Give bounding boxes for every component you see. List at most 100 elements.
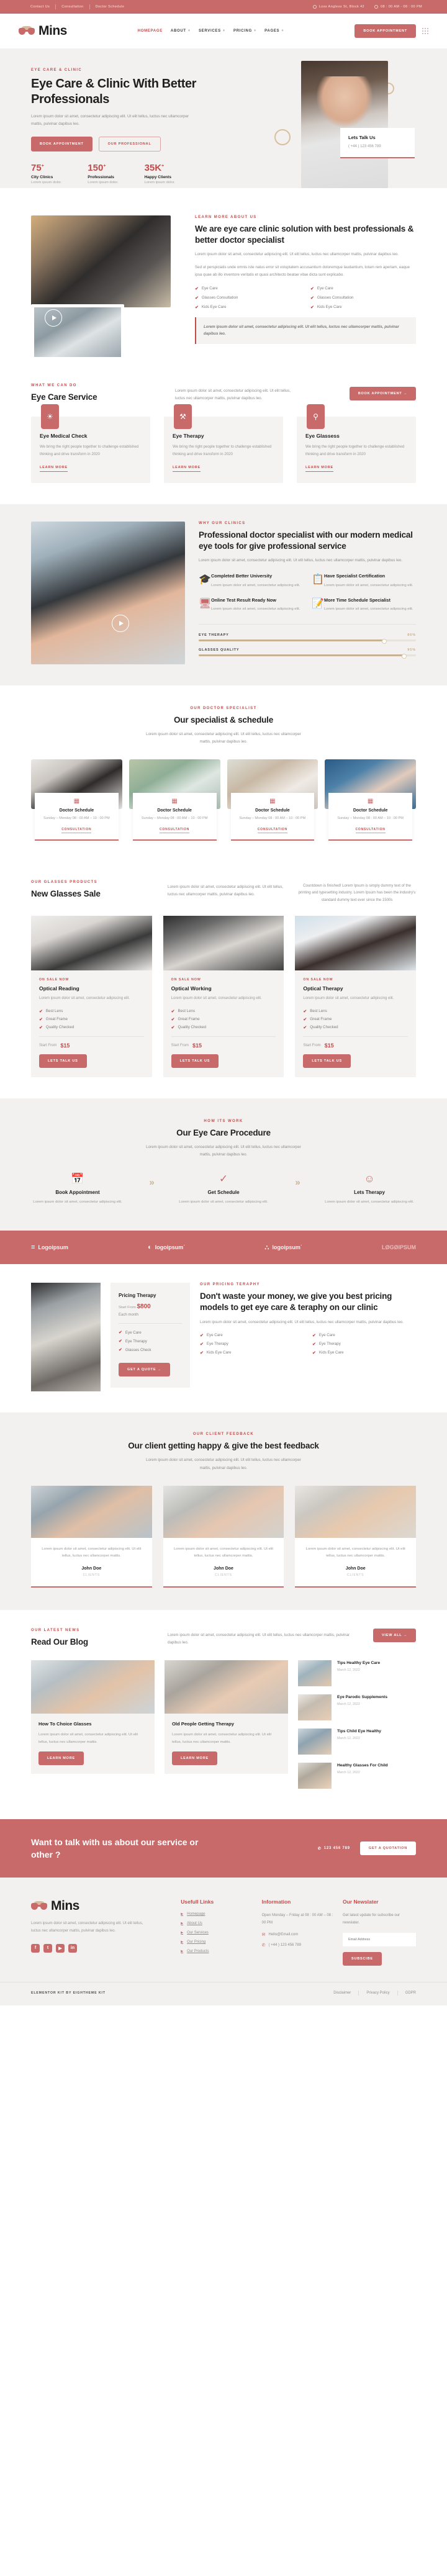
blog-post-card[interactable]: Old People Getting Therapy Lorem ipsum d… [165,1660,288,1797]
service-learn-more-link[interactable]: LEARN MORE [40,466,68,472]
facebook-icon[interactable]: f [31,1943,40,1953]
product-card[interactable]: ON SALE NOW Optical Working Lorem ipsum … [163,916,284,1077]
blog-side-item[interactable]: Healthy Glasses For Child March 12, 2022 [298,1762,416,1789]
footer-link-services[interactable]: ▶ Our Services [181,1931,253,1935]
hero-our-professional-button[interactable]: OUR PROFESSIONAL [98,136,161,151]
blog-side-item[interactable]: Tips Healthy Eye Care March 12, 2022 [298,1660,416,1686]
blog-post-title: How To Choice Glasses [38,1720,92,1727]
blog-side-item[interactable]: Eye Parodic Supplements March 12, 2022 [298,1694,416,1720]
nav-item-pages[interactable]: PAGES + [264,29,284,33]
play-button-icon[interactable] [112,614,129,632]
blog-post-card[interactable]: How To Choice Glasses Lorem ipsum dolor … [31,1660,155,1797]
blog-side-item[interactable]: Tips Child Eye Healthy March 12, 2022 [298,1728,416,1755]
footer-disclaimer-link[interactable]: Disclaimer [333,1991,351,1995]
menu-dots-icon[interactable] [422,28,428,34]
topbar-link-consultation[interactable]: Consultation [56,5,89,9]
book-appointment-button[interactable]: BOOK APPOINTMENT [354,24,416,38]
check-label: Kids Eye Care [201,305,227,310]
topbar-hours: 08 : 00 AM - 08 : 00 PM [374,5,422,9]
product-lets-talk-button[interactable]: LETS TALK US [303,1054,351,1068]
get-quotation-button[interactable]: GET A QUOTATION [359,1842,416,1856]
doctor-card[interactable]: ▦ Doctor Schedule Sunday – Monday 08 : 0… [325,759,416,841]
nav-label: ABOUT [170,29,186,33]
doctor-card[interactable]: ▦ Doctor Schedule Sunday – Monday 08 : 0… [129,759,220,841]
eye-therapy-icon: ⚒ [174,404,192,430]
footer-privacy-link[interactable]: Privacy Policy [366,1991,389,1995]
blog-learn-more-button[interactable]: LEARN MORE [172,1751,217,1765]
nav-label: PAGES [264,29,280,33]
footer-link-label: Our Pricing [187,1940,206,1945]
blog-intro: Lorem ipsum dolor sit amet, consectetur … [168,1632,350,1645]
service-card[interactable]: ☀ Eye Medical Check We bring the right p… [31,404,150,483]
doctor-consultation-link[interactable]: CONSULTATION [61,828,92,833]
nav-item-homepage[interactable]: HOMEPAGE [138,29,163,33]
feature-text: Lorem ipsum dolor sit amet, consectetur … [211,583,300,587]
cta-phone[interactable]: ✆ 123 456 789 [318,1846,350,1851]
twitter-icon[interactable]: t [43,1943,52,1953]
specialist-section: OUR DOCTOR SPECIALIST Our specialist & s… [0,685,447,862]
service-learn-more-link[interactable]: LEARN MORE [305,466,333,472]
newsletter-email-input[interactable] [342,1933,416,1947]
doctor-schedule-time: Sunday – Monday 08 : 00 AM – 10 : 00 PM [337,816,404,821]
footer-logo[interactable]: Mins [31,1899,172,1914]
pricing-get-quote-button[interactable]: GET A QUOTE → [119,1363,170,1377]
doctor-consultation-link[interactable]: CONSULTATION [355,828,386,833]
specialist-eyebrow: OUR DOCTOR SPECIALIST [190,706,257,710]
doctor-consultation-link[interactable]: CONSULTATION [257,828,287,833]
footer-email[interactable]: ✉ Hello@Email.com [262,1932,334,1937]
product-feature: ✔ Best Lens [39,1009,144,1014]
procedure-eyebrow: HOW ITS WORK [204,1119,243,1123]
linkedin-icon[interactable]: in [68,1943,77,1953]
doctor-card[interactable]: ▦ Doctor Schedule Sunday – Monday 08 : 0… [31,759,122,841]
product-card[interactable]: ON SALE NOW Optical Reading Lorem ipsum … [31,916,152,1077]
footer-phone[interactable]: ✆( +44 ) 123 456 789 [262,1943,334,1948]
blog-learn-more-button[interactable]: LEARN MORE [38,1751,84,1765]
newsletter-subscribe-button[interactable]: SUBSCIBE [342,1952,382,1966]
footer-link-products[interactable]: ▶ Our Products [181,1950,253,1953]
doctor-card[interactable]: ▦ Doctor Schedule Sunday – Monday 08 : 0… [227,759,318,841]
testimonial-name: John Doe [345,1566,366,1571]
blog-view-all-button[interactable]: VIEW ALL → [373,1628,416,1642]
calendar-icon: ▦ [171,798,178,805]
skill-bar-fill [199,653,406,659]
footer-link-pricing[interactable]: ▶ Our Pricing [181,1940,253,1944]
service-card[interactable]: ⚒ Eye Therapy We bring the right people … [164,404,283,483]
testimonials-section: OUR CLIENT FEEDBACK Our client getting h… [0,1412,447,1610]
product-card[interactable]: ON SALE NOW Optical Therapy Lorem ipsum … [295,916,416,1077]
feature-label: Best Lens [310,1009,327,1014]
logo[interactable]: Mins [19,24,67,38]
footer-gdpr-link[interactable]: GDPR [405,1991,416,1995]
price-value: $15 [60,1042,70,1049]
services-book-appointment-button[interactable]: BOOK APPOINTMENT → [349,386,416,400]
topbar-address: Loss Angless St, Block 42 [312,5,364,9]
product-lets-talk-button[interactable]: LETS TALK US [39,1054,87,1068]
step-title: Get Schedule [207,1190,240,1196]
doctor-consultation-link[interactable]: CONSULTATION [160,828,190,833]
feature-label: Eye Therapy [125,1339,147,1344]
youtube-icon[interactable]: ▶ [56,1943,65,1953]
footer-link-about[interactable]: ▶ About Us [181,1922,253,1925]
calendar-icon: 📅 [71,1173,84,1185]
calendar-icon: ▦ [269,798,276,805]
check-item: ✔ Kids Eye Care [195,305,300,310]
check-icon: ✔ [119,1331,122,1335]
nav-item-pricing[interactable]: PRICING + [233,29,256,33]
service-card[interactable]: ⚲ Eye Glassess We bring the right people… [297,404,416,483]
play-button-icon[interactable] [45,309,62,327]
services-intro: Lorem ipsum dolor sit amet, consectetur … [175,388,291,400]
footer-link-homepage[interactable]: ▶ Homepage [181,1912,253,1916]
nav-item-about[interactable]: ABOUT + [171,29,191,33]
eye-medical-icon: ☀ [41,404,59,430]
service-learn-more-link[interactable]: LEARN MORE [173,466,201,472]
topbar-link-doctor-schedule[interactable]: Doctor Schedule [90,5,130,9]
lets-talk-phone[interactable]: ( +44 ) 123 456 789 [348,145,407,148]
nav-item-services[interactable]: SERVICES + [199,29,225,33]
topbar-link-contact[interactable]: Contact Us [25,5,55,9]
person-star-icon: ☺ [364,1173,375,1185]
product-title: Optical Therapy [303,985,343,992]
pricing-feature: ✔ Eye Care [119,1330,182,1335]
sale-eyebrow: OUR GLASSES PRODUCTS [31,880,98,884]
product-tag: ON SALE NOW [303,978,333,982]
hero-book-appointment-button[interactable]: BOOK APPOINTMENT [31,136,93,151]
product-lets-talk-button[interactable]: LETS TALK US [171,1054,219,1068]
